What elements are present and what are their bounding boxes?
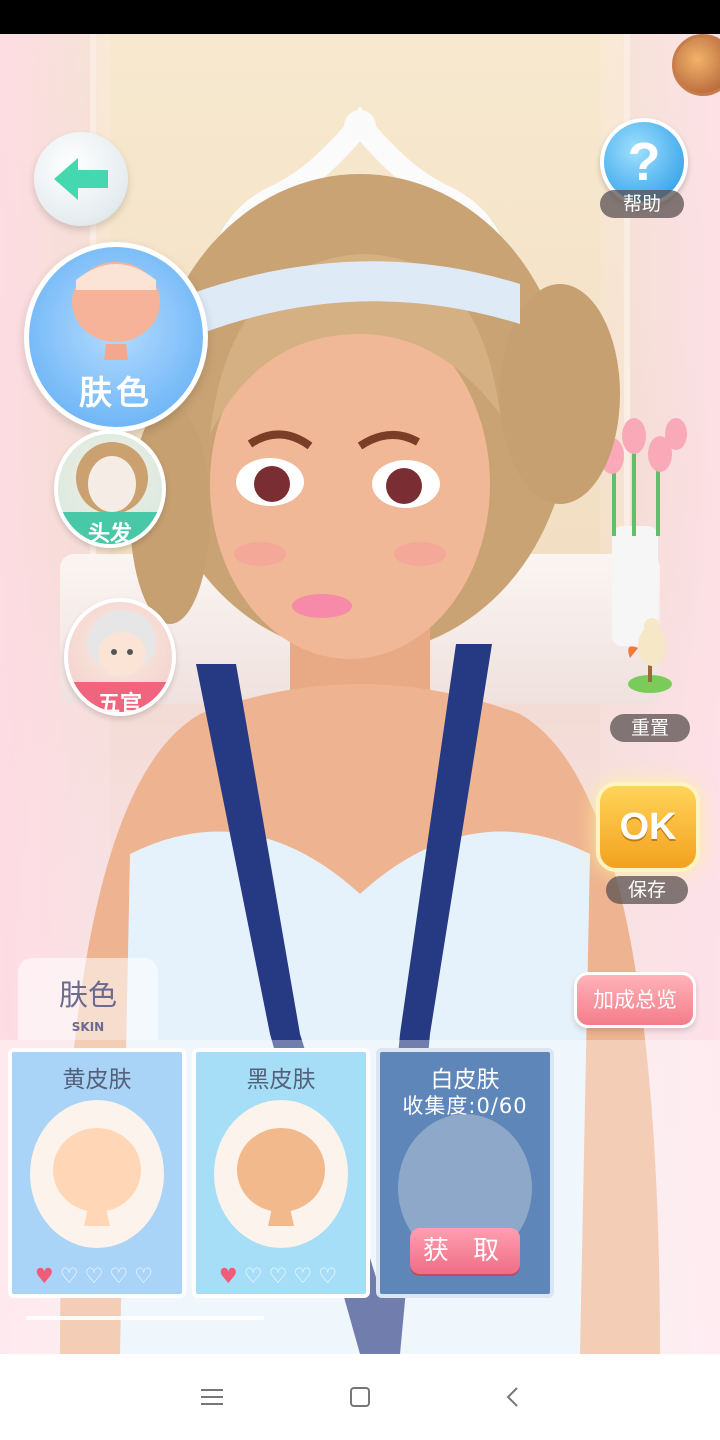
face-features-icon [88,610,156,676]
help-label: 帮助 [600,190,684,218]
heart-filled-icon: ♥ [218,1264,244,1288]
skin-swatch-icon [237,1128,325,1226]
home-button[interactable] [340,1380,380,1414]
system-nav-bar [0,1354,720,1440]
item-face-preview [30,1100,164,1248]
category-skin-button[interactable]: 肤色 [24,242,208,432]
rarity-hearts: ♥♡♡♡♡ [218,1264,344,1288]
reset-label: 重置 [610,714,690,742]
category-hair-label: 头发 [87,522,132,547]
reset-button[interactable] [608,612,692,722]
save-label: 保存 [606,876,688,904]
tab-skin-subtitle: SKIN [71,1020,105,1034]
category-hair-button[interactable]: 头发 [54,430,166,548]
category-skin-label: 肤色 [79,373,153,412]
arrow-left-icon [54,158,108,200]
nav-back-button[interactable] [492,1380,532,1414]
item-name: 黑皮肤 [246,1067,316,1093]
question-icon: ? [627,132,661,192]
heart-filled-icon: ♥ [34,1264,60,1288]
status-bar [0,0,720,34]
back-chevron-icon [506,1387,518,1407]
ok-label: OK [619,805,677,848]
menu-button[interactable] [192,1380,232,1414]
menu-icon [201,1389,223,1405]
rarity-hearts: ♥♡♡♡♡ [34,1264,160,1288]
back-button[interactable] [34,132,128,226]
item-face-preview [214,1100,348,1248]
obtain-button[interactable]: 获 取 [410,1228,520,1274]
skin-item-card-yellow[interactable]: 黄皮肤 ♥♡♡♡♡ [8,1048,186,1298]
category-features-button[interactable]: 五官 [64,598,176,716]
hair-icon [76,442,148,514]
skin-swatch-icon [53,1128,141,1226]
skin-item-card-white[interactable]: 白皮肤 收集度:0/60 获 取 [376,1048,554,1298]
item-name: 黄皮肤 [62,1067,132,1093]
category-features-label: 五官 [97,692,142,716]
horizontal-scrollbar[interactable] [26,1316,264,1320]
skin-item-card-dark[interactable]: 黑皮肤 ♥♡♡♡♡ [192,1048,370,1298]
ok-button[interactable]: OK [596,782,700,872]
tab-skin[interactable]: 肤色 SKIN [18,958,158,1040]
bonus-overview-button[interactable]: 加成总览 [574,972,696,1028]
tab-skin-title: 肤色 [58,978,117,1012]
dressing-room-scene: ? 帮助 肤色 头发 五官 重置 OK 保存 加成总览 肤色 SKIN 黄皮肤 … [0,34,720,1354]
item-name: 白皮肤 [430,1067,500,1093]
bird-toy-icon [628,618,672,693]
skin-face-icon [72,262,160,360]
home-square-icon [350,1387,370,1407]
